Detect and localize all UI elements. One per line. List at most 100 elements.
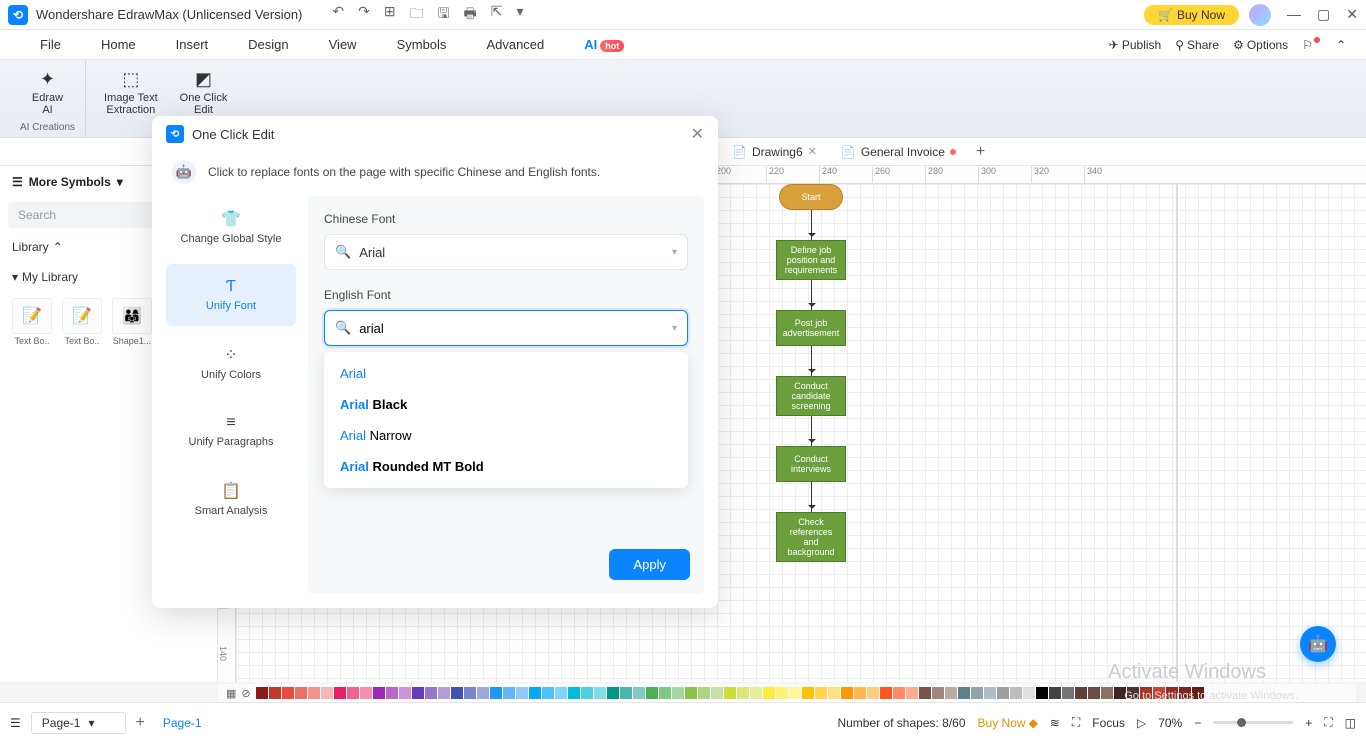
color-swatch[interactable] (529, 687, 541, 699)
save-icon[interactable]: 🖫 (438, 3, 450, 27)
layers-icon[interactable]: ≋ (1050, 716, 1060, 730)
nav-unify-paragraphs[interactable]: ≡Unify Paragraphs (166, 400, 296, 462)
color-swatch[interactable] (490, 687, 502, 699)
color-swatch[interactable] (464, 687, 476, 699)
color-swatch[interactable] (828, 687, 840, 699)
palette-menu-icon[interactable]: ▦ (226, 687, 236, 700)
menu-file[interactable]: File (20, 37, 81, 52)
export-icon[interactable]: ⇱ (491, 3, 503, 27)
doc-tab-drawing6[interactable]: 📄 Drawing6 ✕ (720, 138, 829, 165)
color-swatch[interactable] (646, 687, 658, 699)
color-swatch[interactable] (802, 687, 814, 699)
share-button[interactable]: ⚲ Share (1175, 38, 1219, 52)
notifications-icon[interactable]: ⚐ (1302, 38, 1322, 52)
options-button[interactable]: ⚙ Options (1233, 38, 1288, 52)
color-swatch[interactable] (334, 687, 346, 699)
color-swatch[interactable] (659, 687, 671, 699)
color-swatch[interactable] (1010, 687, 1022, 699)
ai-chat-bubble[interactable]: 🤖 (1300, 626, 1336, 662)
color-swatch[interactable] (945, 687, 957, 699)
chinese-font-select[interactable]: 🔍 Arial ▾ (324, 234, 688, 270)
edraw-ai-button[interactable]: ✦ Edraw AI (24, 65, 71, 120)
close-window-icon[interactable]: ✕ (1346, 6, 1358, 23)
color-swatch[interactable] (1127, 687, 1139, 699)
apply-button[interactable]: Apply (609, 549, 690, 580)
color-swatch[interactable] (568, 687, 580, 699)
color-swatch[interactable] (438, 687, 450, 699)
color-swatch[interactable] (1166, 687, 1178, 699)
dropdown-option[interactable]: Arial Rounded MT Bold (324, 451, 688, 482)
color-swatch[interactable] (399, 687, 411, 699)
color-swatch[interactable] (1114, 687, 1126, 699)
nav-unify-font[interactable]: ƬUnify Font (166, 264, 296, 326)
add-doc-tab[interactable]: + (968, 138, 993, 165)
color-swatch[interactable] (919, 687, 931, 699)
color-swatch[interactable] (672, 687, 684, 699)
modal-close-icon[interactable]: ✕ (691, 124, 704, 144)
color-swatch[interactable] (724, 687, 736, 699)
zoom-slider[interactable] (1213, 721, 1293, 724)
color-swatch[interactable] (763, 687, 775, 699)
zoom-in-icon[interactable]: + (1305, 716, 1312, 730)
redo-icon[interactable]: ↷ (358, 3, 370, 27)
color-swatch[interactable] (1062, 687, 1074, 699)
english-font-select[interactable]: 🔍 ▾ (324, 310, 688, 346)
color-swatch[interactable] (750, 687, 762, 699)
flowchart-node[interactable]: Check references and background (776, 512, 846, 562)
color-swatch[interactable] (867, 687, 879, 699)
status-buy-now[interactable]: Buy Now ◆ (978, 716, 1038, 730)
flowchart-node[interactable]: Define job position and requirements (776, 240, 846, 280)
minimize-icon[interactable]: — (1287, 6, 1301, 23)
menu-home[interactable]: Home (81, 37, 156, 52)
color-swatch[interactable] (542, 687, 554, 699)
color-swatch[interactable] (1153, 687, 1165, 699)
dropdown-option[interactable]: Arial Black (324, 389, 688, 420)
color-swatch[interactable] (815, 687, 827, 699)
color-swatch[interactable] (906, 687, 918, 699)
dropdown-option[interactable]: Arial Narrow (324, 420, 688, 451)
shape-thumb[interactable]: 📝Text Bo.. (10, 298, 54, 346)
color-swatch[interactable] (295, 687, 307, 699)
collapse-ribbon-icon[interactable]: ⌃ (1336, 38, 1346, 52)
color-swatch[interactable] (360, 687, 372, 699)
publish-button[interactable]: ✈ Publish (1109, 38, 1161, 52)
flowchart-node[interactable]: Conduct candidate screening (776, 376, 846, 416)
color-swatch[interactable] (1036, 687, 1048, 699)
color-swatch[interactable] (1023, 687, 1035, 699)
color-swatch[interactable] (581, 687, 593, 699)
color-swatch[interactable] (1101, 687, 1113, 699)
panels-icon[interactable]: ◫ (1345, 716, 1356, 730)
color-swatch[interactable] (594, 687, 606, 699)
flowchart-start[interactable]: Start (779, 184, 843, 210)
add-page-button[interactable]: + (136, 714, 145, 732)
color-swatch[interactable] (633, 687, 645, 699)
one-click-edit-button[interactable]: ◩ One Click Edit (172, 65, 236, 120)
color-swatch[interactable] (282, 687, 294, 699)
undo-icon[interactable]: ↶ (332, 3, 344, 27)
color-swatch[interactable] (1179, 687, 1191, 699)
menu-symbols[interactable]: Symbols (377, 37, 467, 52)
color-swatch[interactable] (1075, 687, 1087, 699)
color-swatch[interactable] (607, 687, 619, 699)
color-swatch[interactable] (269, 687, 281, 699)
presentation-icon[interactable]: ▷ (1137, 716, 1146, 730)
fit-icon[interactable]: ⛶ (1072, 715, 1080, 730)
buy-now-button[interactable]: 🛒 Buy Now (1144, 5, 1239, 25)
menu-advanced[interactable]: Advanced (466, 37, 564, 52)
color-swatch[interactable] (555, 687, 567, 699)
flowchart-node[interactable]: Conduct interviews (776, 446, 846, 482)
color-swatch[interactable] (308, 687, 320, 699)
open-icon[interactable]: 🗀 (410, 3, 424, 27)
color-swatch[interactable] (932, 687, 944, 699)
color-swatch[interactable] (477, 687, 489, 699)
color-swatch[interactable] (412, 687, 424, 699)
color-swatch[interactable] (1088, 687, 1100, 699)
color-swatch[interactable] (854, 687, 866, 699)
color-swatch[interactable] (256, 687, 268, 699)
color-swatch[interactable] (698, 687, 710, 699)
color-swatch[interactable] (347, 687, 359, 699)
color-swatch[interactable] (685, 687, 697, 699)
color-swatch[interactable] (841, 687, 853, 699)
nav-unify-colors[interactable]: ⁘Unify Colors (166, 332, 296, 394)
color-swatch[interactable] (997, 687, 1009, 699)
